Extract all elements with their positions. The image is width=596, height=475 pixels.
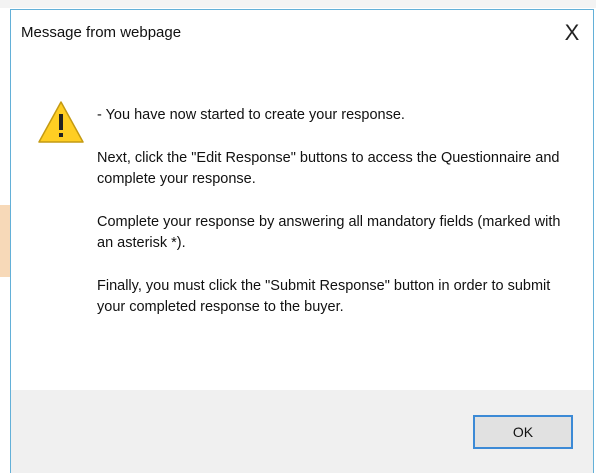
dialog-message: - You have now started to create your re… xyxy=(97,105,567,340)
close-icon: X xyxy=(564,20,580,45)
message-line-2: Next, click the "Edit Response" buttons … xyxy=(97,150,560,187)
close-button[interactable]: X xyxy=(557,19,587,47)
ok-button[interactable]: OK xyxy=(473,415,573,449)
message-line-4: Finally, you must click the "Submit Resp… xyxy=(97,278,551,315)
background-page-strip xyxy=(0,0,596,8)
dialog-titlebar: Message from webpage X xyxy=(11,10,593,56)
message-line-1: - You have now started to create your re… xyxy=(97,107,405,123)
dialog-title: Message from webpage xyxy=(21,24,182,41)
warning-icon xyxy=(38,101,84,143)
dialog-footer: OK xyxy=(11,390,593,473)
message-line-3: Complete your response by answering all … xyxy=(97,214,561,251)
message-dialog: Message from webpage X - You have now st… xyxy=(10,9,594,473)
